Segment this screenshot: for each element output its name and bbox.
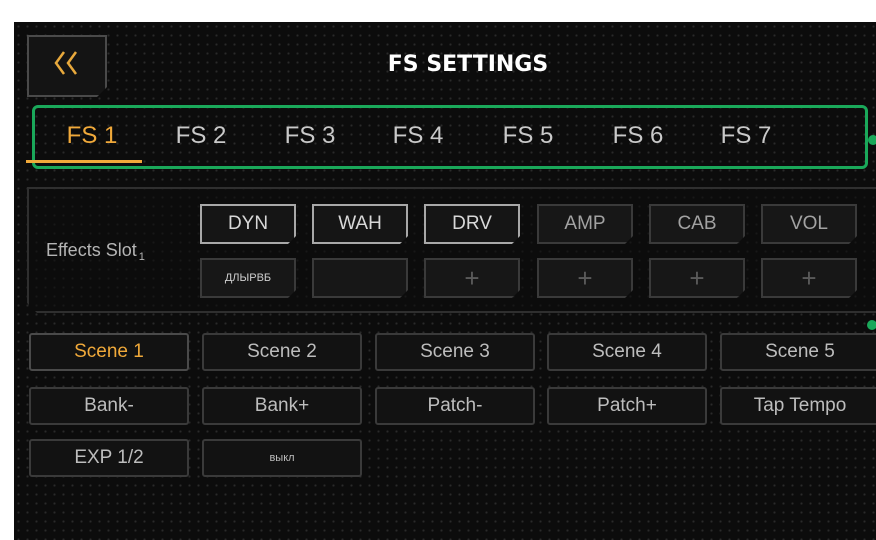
module-wah-button[interactable]: WAH [312,204,408,244]
off-button[interactable]: выкл [202,439,362,477]
effect-slot-4[interactable]: + [537,258,633,298]
fs-tab-bar: FS 1 FS 2 FS 3 FS 4 FS 5 FS 6 FS 7 [32,105,868,169]
module-vol-button[interactable]: VOL [761,204,857,244]
module-dyn-button[interactable]: DYN [200,204,296,244]
back-button[interactable] [27,35,107,97]
patch-down-button[interactable]: Patch- [375,387,535,425]
double-chevron-left-icon [52,50,82,83]
plus-icon: + [464,262,480,293]
plus-icon: + [577,262,593,293]
bank-up-button[interactable]: Bank+ [202,387,362,425]
tab-fs-6[interactable]: FS 6 [593,122,683,150]
scene-4-button[interactable]: Scene 4 [547,333,707,371]
module-drv-button[interactable]: DRV [424,204,520,244]
module-amp-button[interactable]: AMP [537,204,633,244]
module-cab-button[interactable]: CAB [649,204,745,244]
tab-fs-4[interactable]: FS 4 [373,122,463,150]
effect-slot-6[interactable]: + [761,258,857,298]
effect-slot-2[interactable] [312,258,408,298]
tab-fs-1[interactable]: FS 1 [47,122,137,150]
page-title: FS SETTINGS [387,52,549,77]
plus-icon: + [801,262,817,293]
exp-button[interactable]: EXP 1/2 [29,439,189,477]
active-tab-underline [26,160,142,163]
tab-fs-7[interactable]: FS 7 [701,122,791,150]
scene-3-button[interactable]: Scene 3 [375,333,535,371]
tab-fs-2[interactable]: FS 2 [156,122,246,150]
plus-icon: + [689,262,705,293]
scene-1-button[interactable]: Scene 1 [29,333,189,371]
tab-fs-3[interactable]: FS 3 [265,122,355,150]
effect-slot-5[interactable]: + [649,258,745,298]
bank-down-button[interactable]: Bank- [29,387,189,425]
effect-slot-1[interactable]: ДЛЫРВБ [200,258,296,298]
effect-slot-3[interactable]: + [424,258,520,298]
highlight-dot [867,320,876,330]
scene-5-button[interactable]: Scene 5 [720,333,876,371]
patch-up-button[interactable]: Patch+ [547,387,707,425]
tap-tempo-button[interactable]: Tap Tempo [720,387,876,425]
tab-fs-5[interactable]: FS 5 [483,122,573,150]
scene-2-button[interactable]: Scene 2 [202,333,362,371]
screen: FS SETTINGS FS 1 FS 2 FS 3 FS 4 FS 5 FS … [14,22,876,540]
highlight-dot [868,135,876,145]
effects-slot-label: Effects Slot 1 [46,240,145,263]
